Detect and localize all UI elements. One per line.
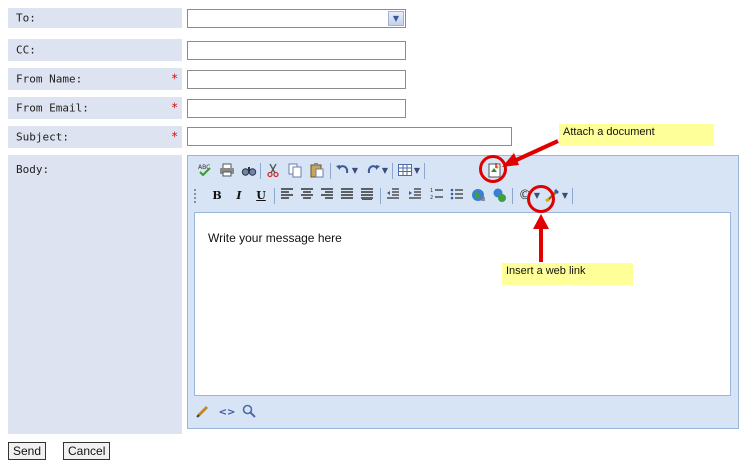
indent-icon[interactable]: [406, 187, 424, 205]
toolbar-separator: [330, 163, 331, 179]
chevron-down-icon[interactable]: ▼: [388, 11, 404, 26]
link-callout-text: Insert a web link: [506, 265, 586, 277]
table-dropdown-icon[interactable]: ▼: [412, 162, 422, 180]
toolbar-separator: [260, 163, 261, 179]
spellcheck-icon[interactable]: ABC: [196, 162, 214, 180]
subject-row: Subject: *: [8, 126, 182, 148]
html-source-icon[interactable]: <>: [218, 404, 236, 422]
bold-icon[interactable]: B: [208, 187, 226, 205]
toolbar-separator: [274, 188, 275, 204]
attach-highlight-circle: [479, 155, 507, 183]
subject-input[interactable]: [187, 127, 512, 146]
to-label: To:: [16, 11, 36, 25]
toolbar-separator: [512, 188, 513, 204]
print-icon[interactable]: [218, 162, 236, 180]
find-icon[interactable]: [240, 162, 258, 180]
svg-text:2: 2: [430, 195, 433, 201]
format-brush-dropdown-icon[interactable]: ▼: [560, 187, 570, 205]
italic-icon[interactable]: I: [230, 187, 248, 205]
underline-icon[interactable]: U: [252, 187, 270, 205]
outdent-icon[interactable]: [384, 187, 402, 205]
align-left-icon[interactable]: [278, 187, 296, 205]
redo-dropdown-icon[interactable]: ▼: [380, 162, 390, 180]
body-editor: ABC ▼ ▼ ▼ B I U 1 2 © ▼ ▼ Write your mes…: [187, 155, 739, 429]
send-button[interactable]: Send: [8, 442, 47, 460]
from-name-row: From Name: *: [8, 68, 182, 90]
cut-icon[interactable]: [264, 162, 282, 180]
link-callout: Insert a web link: [502, 263, 633, 285]
editor-toolbar-top: ABC ▼ ▼ ▼: [192, 159, 512, 183]
cc-input[interactable]: [187, 41, 406, 60]
svg-text:1: 1: [430, 188, 433, 194]
required-mark: *: [171, 129, 179, 144]
cc-label: CC:: [16, 43, 36, 57]
toolbar-separator: [424, 163, 425, 179]
cancel-button[interactable]: Cancel: [63, 442, 111, 460]
message-content: Write your message here: [208, 231, 342, 245]
toolbar-grip: [194, 189, 196, 203]
cc-row: CC:: [8, 39, 182, 61]
required-mark: *: [171, 71, 179, 86]
message-editor-area[interactable]: Write your message here: [194, 212, 731, 396]
justify-full-icon[interactable]: [358, 187, 376, 205]
toolbar-separator: [380, 188, 381, 204]
align-center-icon[interactable]: [298, 187, 316, 205]
pencil-design-icon[interactable]: [194, 404, 212, 422]
align-right-icon[interactable]: [318, 187, 336, 205]
to-select[interactable]: ▼: [187, 9, 406, 28]
subject-label: Subject:: [16, 130, 69, 144]
attach-callout: Attach a document: [559, 124, 714, 146]
from-email-input[interactable]: [187, 99, 406, 118]
toolbar-separator: [392, 163, 393, 179]
preview-magnifier-icon[interactable]: [240, 404, 258, 422]
link-highlight-circle: [527, 185, 555, 213]
editor-toolbar-bottom: B I U 12 © ▼ ▼: [192, 184, 732, 208]
body-label: Body:: [16, 163, 50, 176]
undo-dropdown-icon[interactable]: ▼: [350, 162, 360, 180]
from-email-row: From Email: *: [8, 97, 182, 119]
attach-callout-text: Attach a document: [563, 126, 655, 138]
from-name-input[interactable]: [187, 70, 406, 89]
numbered-list-icon[interactable]: 12: [428, 187, 446, 205]
justify-icon[interactable]: [338, 187, 356, 205]
toolbar-separator: [572, 188, 573, 204]
from-name-label: From Name:: [16, 72, 83, 86]
remove-link-icon[interactable]: [491, 187, 509, 205]
insert-link-icon[interactable]: [469, 187, 487, 205]
from-email-label: From Email:: [16, 101, 89, 115]
paste-icon[interactable]: [308, 162, 326, 180]
body-row: Body:: [8, 155, 182, 434]
required-mark: *: [171, 100, 179, 115]
copy-icon[interactable]: [286, 162, 304, 180]
to-row: To:: [8, 8, 182, 28]
bulleted-list-icon[interactable]: [448, 187, 466, 205]
